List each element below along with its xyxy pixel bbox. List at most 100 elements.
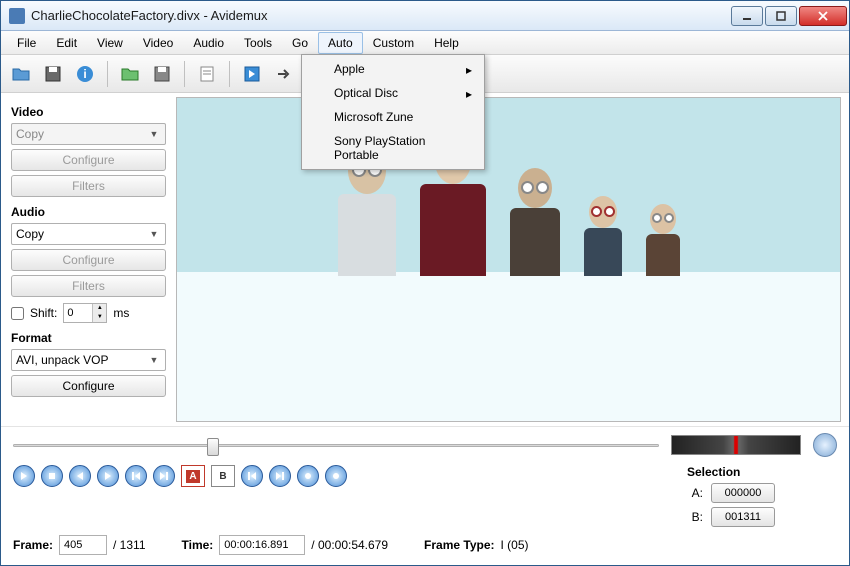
toolbar-divider bbox=[107, 61, 108, 87]
toolbar-divider bbox=[229, 61, 230, 87]
menu-video[interactable]: Video bbox=[133, 32, 183, 54]
video-configure-button[interactable]: Configure bbox=[11, 149, 166, 171]
auto-menu-zune[interactable]: Microsoft Zune bbox=[304, 105, 482, 129]
svg-text:i: i bbox=[83, 67, 86, 81]
frame-total: / 1311 bbox=[113, 538, 145, 552]
format-select[interactable]: AVI, unpack VOP▼ bbox=[11, 349, 166, 371]
transport-controls: A B bbox=[13, 465, 347, 487]
status-row: Frame: / 1311 Time: / 00:00:54.679 Frame… bbox=[13, 535, 837, 555]
menubar: File Edit View Video Audio Tools Go Auto… bbox=[1, 31, 849, 55]
audio-filters-button[interactable]: Filters bbox=[11, 275, 166, 297]
selection-button[interactable] bbox=[238, 60, 266, 88]
window-buttons bbox=[729, 6, 847, 26]
chevron-down-icon: ▼ bbox=[147, 129, 161, 139]
arrow-right-button[interactable] bbox=[270, 60, 298, 88]
save-as-button[interactable] bbox=[148, 60, 176, 88]
prev-black-button[interactable] bbox=[297, 465, 319, 487]
marker-a-button[interactable]: A bbox=[181, 465, 205, 487]
maximize-button[interactable] bbox=[765, 6, 797, 26]
prev-keyframe-button[interactable] bbox=[125, 465, 147, 487]
stop-button[interactable] bbox=[41, 465, 63, 487]
timeline-slider[interactable] bbox=[13, 437, 659, 453]
properties-button[interactable] bbox=[193, 60, 221, 88]
goto-start-button[interactable] bbox=[241, 465, 263, 487]
menu-item-label: Optical Disc bbox=[334, 86, 398, 100]
video-codec-select[interactable]: Copy▼ bbox=[11, 123, 166, 145]
selection-label: Selection bbox=[687, 465, 837, 479]
auto-menu-optical-disc[interactable]: Optical Disc ▸ bbox=[304, 81, 482, 105]
jog-wheel-icon[interactable] bbox=[813, 433, 837, 457]
submenu-arrow-icon: ▸ bbox=[466, 63, 472, 77]
slider-row bbox=[13, 433, 837, 457]
app-window: CharlieChocolateFactory.divx - Avidemux … bbox=[0, 0, 850, 566]
video-preview bbox=[176, 97, 841, 422]
toolbar-divider bbox=[184, 61, 185, 87]
audio-codec-select[interactable]: Copy▼ bbox=[11, 223, 166, 245]
selection-b-label: B: bbox=[687, 510, 703, 524]
goto-end-button[interactable] bbox=[269, 465, 291, 487]
sidebar: Video Copy▼ Configure Filters Audio Copy… bbox=[1, 93, 176, 426]
next-button[interactable] bbox=[97, 465, 119, 487]
slider-thumb[interactable] bbox=[207, 438, 219, 456]
minimize-button[interactable] bbox=[731, 6, 763, 26]
time-total: / 00:00:54.679 bbox=[311, 538, 388, 552]
menu-help[interactable]: Help bbox=[424, 32, 469, 54]
selection-b-value[interactable]: 001311 bbox=[711, 507, 775, 527]
prev-button[interactable] bbox=[69, 465, 91, 487]
menu-edit[interactable]: Edit bbox=[46, 32, 87, 54]
info-button[interactable]: i bbox=[71, 60, 99, 88]
open-file-button[interactable] bbox=[7, 60, 35, 88]
menu-item-label: Sony PlayStation Portable bbox=[334, 134, 425, 162]
next-black-button[interactable] bbox=[325, 465, 347, 487]
open-folder-button[interactable] bbox=[116, 60, 144, 88]
shift-value-stepper[interactable]: ▲▼ bbox=[63, 303, 107, 323]
video-section-label: Video bbox=[11, 105, 166, 119]
time-input[interactable] bbox=[219, 535, 305, 555]
frametype-value: I (05) bbox=[501, 538, 529, 552]
time-label: Time: bbox=[182, 538, 214, 552]
jog-bar[interactable] bbox=[671, 435, 801, 455]
format-configure-button[interactable]: Configure bbox=[11, 375, 166, 397]
auto-dropdown: Apple ▸ Optical Disc ▸ Microsoft Zune Sony… bbox=[301, 54, 485, 170]
menu-custom[interactable]: Custom bbox=[363, 32, 424, 54]
save-button[interactable] bbox=[39, 60, 67, 88]
selection-a-label: A: bbox=[687, 486, 703, 500]
shift-checkbox[interactable] bbox=[11, 307, 24, 320]
chevron-down-icon: ▼ bbox=[147, 229, 161, 239]
video-filters-button[interactable]: Filters bbox=[11, 175, 166, 197]
format-section-label: Format bbox=[11, 331, 166, 345]
selection-zone: Selection A: 000000 B: 001311 bbox=[687, 465, 837, 527]
audio-configure-button[interactable]: Configure bbox=[11, 249, 166, 271]
menu-item-label: Microsoft Zune bbox=[334, 110, 413, 124]
titlebar: CharlieChocolateFactory.divx - Avidemux bbox=[1, 1, 849, 31]
shift-down-icon[interactable]: ▼ bbox=[92, 313, 106, 322]
audio-shift-row: Shift: ▲▼ ms bbox=[11, 303, 166, 323]
menu-audio[interactable]: Audio bbox=[183, 32, 234, 54]
menu-view[interactable]: View bbox=[87, 32, 133, 54]
shift-label: Shift: bbox=[30, 306, 57, 320]
next-keyframe-button[interactable] bbox=[153, 465, 175, 487]
frame-label: Frame: bbox=[13, 538, 53, 552]
submenu-arrow-icon: ▸ bbox=[466, 87, 472, 101]
menu-file[interactable]: File bbox=[7, 32, 46, 54]
menu-tools[interactable]: Tools bbox=[234, 32, 282, 54]
menu-item-label: Apple bbox=[334, 62, 365, 76]
menu-go[interactable]: Go bbox=[282, 32, 318, 54]
frametype-label: Frame Type: bbox=[424, 538, 494, 552]
shift-up-icon[interactable]: ▲ bbox=[92, 304, 106, 313]
play-button[interactable] bbox=[13, 465, 35, 487]
app-icon bbox=[9, 8, 25, 24]
menu-auto[interactable]: Auto bbox=[318, 32, 363, 54]
bottom-bar: A B Selection A: 000000 B: 001311 Frame: /… bbox=[1, 426, 849, 565]
shift-value-input[interactable] bbox=[64, 304, 92, 322]
chevron-down-icon: ▼ bbox=[147, 355, 161, 365]
audio-section-label: Audio bbox=[11, 205, 166, 219]
selection-a-value[interactable]: 000000 bbox=[711, 483, 775, 503]
marker-b-button[interactable]: B bbox=[211, 465, 235, 487]
auto-menu-psp[interactable]: Sony PlayStation Portable bbox=[304, 129, 482, 167]
shift-unit: ms bbox=[113, 306, 129, 320]
frame-input[interactable] bbox=[59, 535, 107, 555]
auto-menu-apple[interactable]: Apple ▸ bbox=[304, 57, 482, 81]
window-title: CharlieChocolateFactory.divx - Avidemux bbox=[31, 8, 729, 23]
close-button[interactable] bbox=[799, 6, 847, 26]
